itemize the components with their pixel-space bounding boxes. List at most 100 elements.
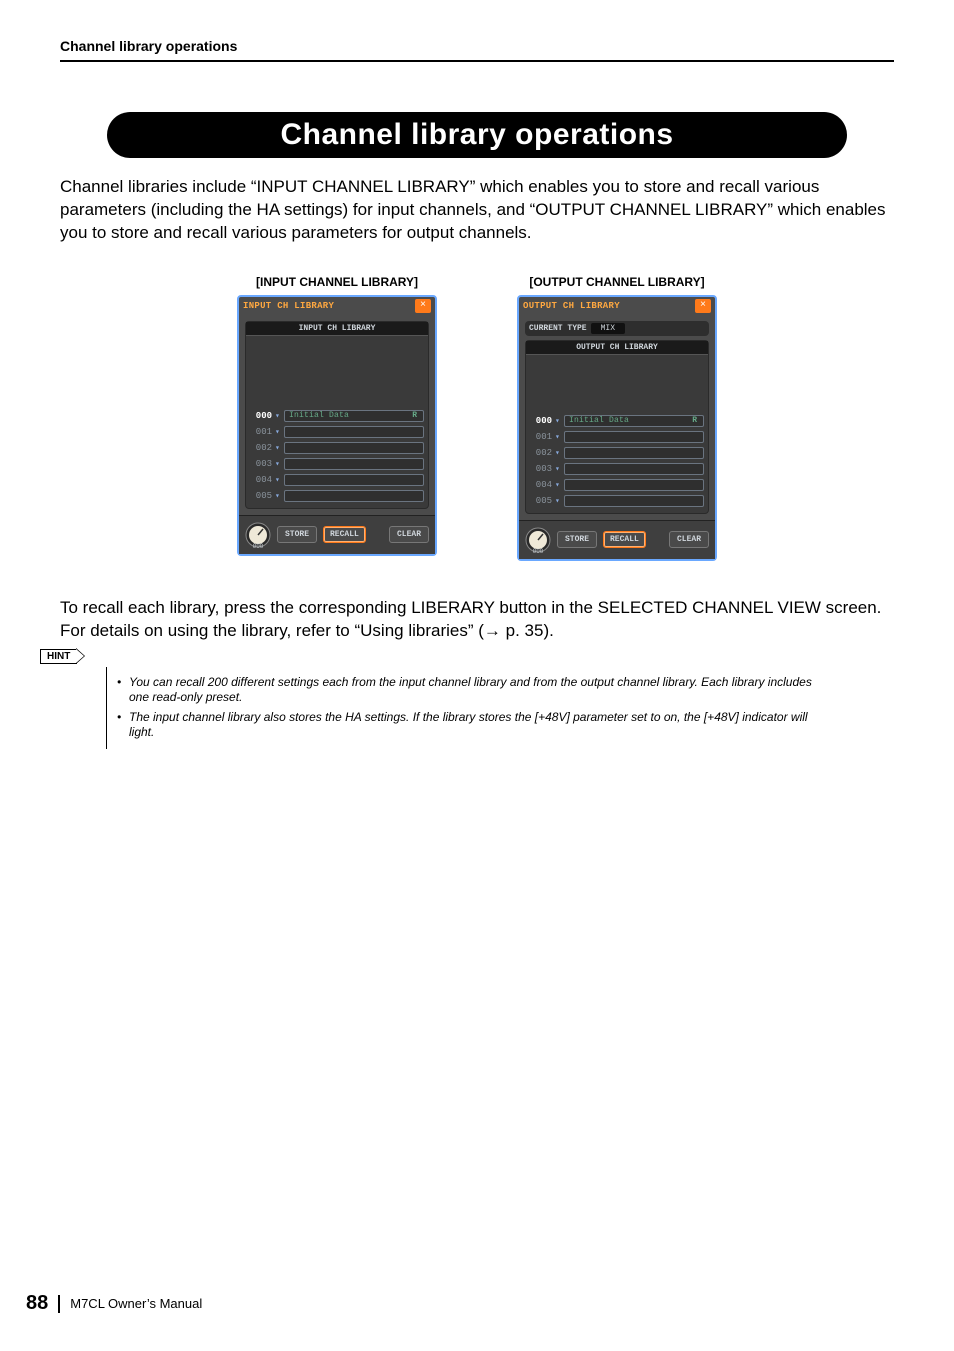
popup-title: INPUT CH LIBRARY xyxy=(243,301,415,311)
row-name-box xyxy=(564,431,704,443)
library-list: OUTPUT CH LIBRARY 000▾Initial DataR001▾0… xyxy=(525,340,709,514)
row-number: 002 xyxy=(250,443,272,453)
chevron-down-icon: ▾ xyxy=(555,448,561,458)
page-reference: → p. 35 xyxy=(484,621,544,640)
current-type-row: CURRENT TYPE MIX xyxy=(525,321,709,336)
list-item[interactable]: 000▾Initial DataR xyxy=(246,408,428,424)
chevron-down-icon: ▾ xyxy=(555,480,561,490)
row-number: 005 xyxy=(250,491,272,501)
recall-button[interactable]: RECALL xyxy=(323,526,366,543)
row-name-box: Initial Data R xyxy=(564,415,704,427)
list-header: OUTPUT CH LIBRARY xyxy=(526,341,708,355)
list-item[interactable]: 001▾ xyxy=(246,424,428,440)
page-footer: 88 M7CL Owner’s Manual xyxy=(0,1292,202,1315)
list-item[interactable]: 000▾ Initial Data R xyxy=(526,413,708,429)
clear-button[interactable]: CLEAR xyxy=(669,531,709,548)
popup-footer: 000 STORE RECALL CLEAR xyxy=(239,515,435,554)
list-spacer xyxy=(526,355,708,413)
chevron-down-icon: ▾ xyxy=(275,459,281,469)
close-icon[interactable]: × xyxy=(415,299,431,313)
row-number: 005 xyxy=(530,496,552,506)
row-name-box: Initial Data R xyxy=(284,410,424,422)
chevron-down-icon: ▾ xyxy=(555,416,561,426)
list-item[interactable]: 004▾ xyxy=(526,477,708,493)
row-name-box xyxy=(284,442,424,454)
hint-item: You can recall 200 different settings ea… xyxy=(117,675,816,706)
page-number: 88 xyxy=(26,1292,48,1315)
row-name-box xyxy=(564,447,704,459)
list-item[interactable]: 005▾ xyxy=(526,493,708,509)
chevron-down-icon: ▾ xyxy=(275,411,281,421)
scroll-knob[interactable]: 000 xyxy=(245,522,271,548)
row-name-box xyxy=(564,479,704,491)
intro-paragraph: Channel libraries include “INPUT CHANNEL… xyxy=(60,176,894,245)
popup-title: OUTPUT CH LIBRARY xyxy=(523,301,695,311)
row-number: 001 xyxy=(250,427,272,437)
row-name: Initial Data xyxy=(289,411,349,420)
input-library-figure: [INPUT CHANNEL LIBRARY] INPUT CH LIBRARY… xyxy=(237,275,437,561)
chevron-down-icon: ▾ xyxy=(275,475,281,485)
store-button[interactable]: STORE xyxy=(277,526,317,543)
knob-value: 000 xyxy=(533,548,544,555)
output-library-caption: [OUTPUT CHANNEL LIBRARY] xyxy=(517,275,717,289)
list-item[interactable]: 005▾ xyxy=(246,488,428,504)
output-library-popup: OUTPUT CH LIBRARY × CURRENT TYPE MIX OUT… xyxy=(517,295,717,561)
chevron-down-icon: ▾ xyxy=(555,432,561,442)
list-item[interactable]: 002▾ xyxy=(526,445,708,461)
list-header: INPUT CH LIBRARY xyxy=(246,322,428,336)
hint-item: The input channel library also stores th… xyxy=(117,710,816,741)
row-number: 003 xyxy=(250,459,272,469)
hint-block: You can recall 200 different settings ea… xyxy=(106,667,816,749)
row-name-box xyxy=(284,474,424,486)
row-name-box xyxy=(284,458,424,470)
readonly-flag: R xyxy=(412,411,419,420)
hint-label: HINT xyxy=(40,649,77,664)
recall-text-a: To recall each library, press the corres… xyxy=(60,598,881,640)
recall-button[interactable]: RECALL xyxy=(603,531,646,548)
popup-titlebar: OUTPUT CH LIBRARY × xyxy=(519,297,715,315)
list-item[interactable]: 002▾ xyxy=(246,440,428,456)
current-type-value: MIX xyxy=(591,323,625,334)
footer-text: M7CL Owner’s Manual xyxy=(70,1296,202,1311)
chevron-down-icon: ▾ xyxy=(275,427,281,437)
output-library-figure: [OUTPUT CHANNEL LIBRARY] OUTPUT CH LIBRA… xyxy=(517,275,717,561)
page: Channel library operations Channel libra… xyxy=(0,0,954,1351)
footer-rule xyxy=(58,1295,60,1313)
current-type-label: CURRENT TYPE xyxy=(529,324,587,333)
input-library-popup: INPUT CH LIBRARY × INPUT CH LIBRARY 000 ▾… xyxy=(237,295,437,556)
clear-button[interactable]: CLEAR xyxy=(389,526,429,543)
chevron-down-icon: ▾ xyxy=(275,491,281,501)
row-number: 002 xyxy=(530,448,552,458)
row-number: 000 xyxy=(530,416,552,426)
recall-paragraph: To recall each library, press the corres… xyxy=(60,597,894,643)
list-item[interactable]: 003▾ xyxy=(526,461,708,477)
scroll-knob[interactable]: 000 xyxy=(525,527,551,553)
section-title: Channel library operations xyxy=(107,112,847,158)
knob-value: 000 xyxy=(253,543,264,550)
row-name-box xyxy=(284,426,424,438)
hint-list: You can recall 200 different settings ea… xyxy=(117,675,816,741)
row-name: Initial Data xyxy=(569,416,629,425)
readonly-flag: R xyxy=(692,416,699,425)
row-name-box xyxy=(564,463,704,475)
row-number: 001 xyxy=(530,432,552,442)
popup-body: CURRENT TYPE MIX OUTPUT CH LIBRARY 000▾I… xyxy=(519,315,715,520)
popup-titlebar: INPUT CH LIBRARY × xyxy=(239,297,435,315)
list-item[interactable]: 003▾ xyxy=(246,456,428,472)
chevron-down-icon: ▾ xyxy=(555,496,561,506)
list-item[interactable]: 001▾ xyxy=(526,429,708,445)
close-icon[interactable]: × xyxy=(695,299,711,313)
popup-body: INPUT CH LIBRARY 000▾Initial DataR001▾00… xyxy=(239,315,435,515)
row-name-box xyxy=(564,495,704,507)
chevron-down-icon: ▾ xyxy=(555,464,561,474)
running-head: Channel library operations xyxy=(60,38,894,54)
library-list: INPUT CH LIBRARY 000▾Initial DataR001▾00… xyxy=(245,321,429,509)
store-button[interactable]: STORE xyxy=(557,531,597,548)
input-library-caption: [INPUT CHANNEL LIBRARY] xyxy=(237,275,437,289)
popup-footer: 000 STORE RECALL CLEAR xyxy=(519,520,715,559)
row-number: 003 xyxy=(530,464,552,474)
row-name-box xyxy=(284,490,424,502)
list-item[interactable]: 004▾ xyxy=(246,472,428,488)
list-spacer xyxy=(246,336,428,408)
row-number: 004 xyxy=(530,480,552,490)
